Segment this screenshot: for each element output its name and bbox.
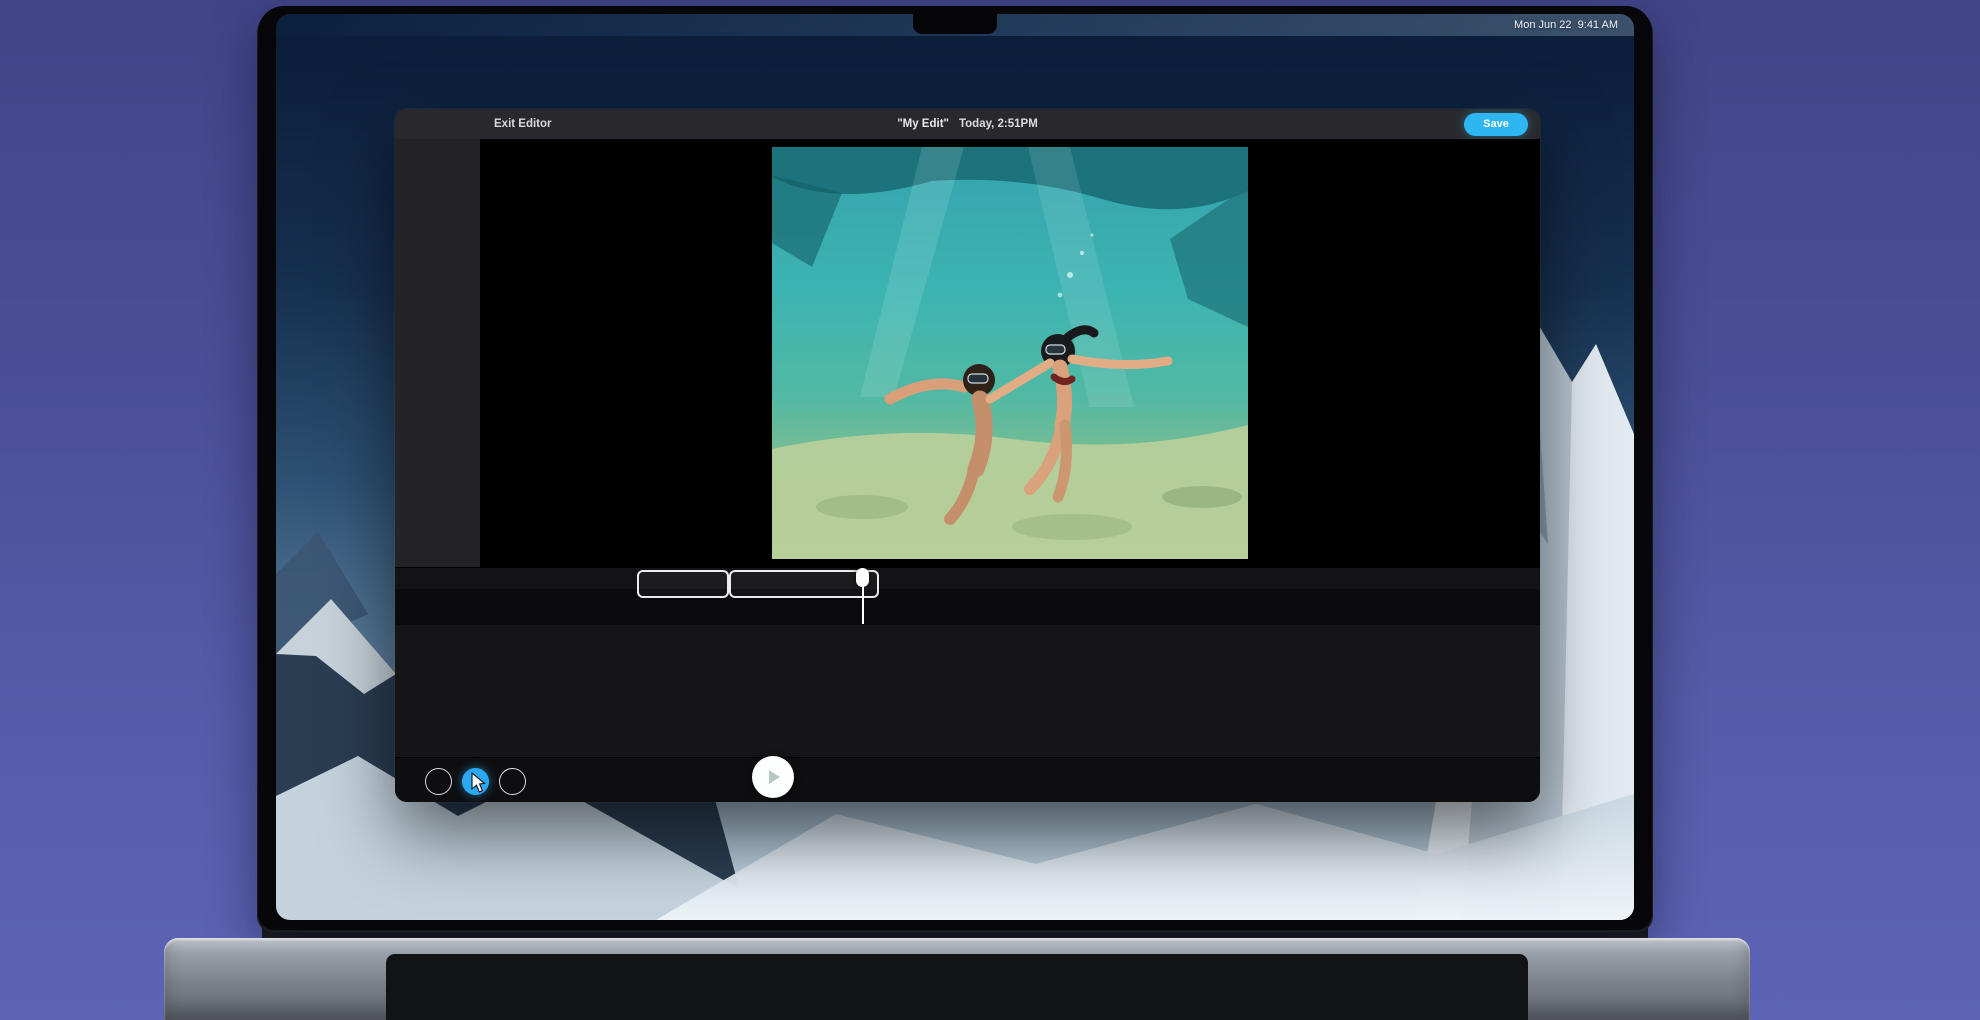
skip-forward-button[interactable] [499,768,526,795]
laptop-keyboard [386,954,1528,1020]
exit-editor-label: Exit Editor [494,118,552,130]
document-name: "My Edit" [897,118,949,130]
laptop-display: Mon Jun 22 9:41 AM Exit Editor [276,14,1634,920]
video-preview [772,147,1248,559]
playback-controls [425,768,563,795]
camera-notch [913,14,997,34]
editor-sidebar [395,139,480,567]
selected-segment-outline[interactable] [637,570,729,598]
close-window-button[interactable] [407,118,420,131]
save-button[interactable]: Save [1464,113,1528,136]
traffic-lights [407,118,462,131]
document-title: "My Edit" Today, 2:51PM [897,118,1038,130]
mouse-cursor [471,772,487,794]
preview-volume-button[interactable] [536,768,563,795]
document-timestamp: Today, 2:51PM [959,118,1038,130]
laptop-base [164,938,1750,1020]
exit-editor-button[interactable]: Exit Editor [488,118,552,130]
play-button[interactable] [752,756,794,798]
window-titlebar: Exit Editor "My Edit" Today, 2:51PM Save [395,109,1540,139]
zoom-window-button[interactable] [449,118,462,131]
timeline-ruler[interactable] [395,567,1540,589]
menu-bar-status: Mon Jun 22 9:41 AM [1499,19,1618,31]
menu-bar-clock[interactable]: Mon Jun 22 9:41 AM [1514,19,1618,31]
titlebar-actions: Save [1434,113,1528,136]
minimize-window-button[interactable] [428,118,441,131]
clip-browser [395,625,1540,757]
skip-back-button[interactable] [425,768,452,795]
video-editor-window: Exit Editor "My Edit" Today, 2:51PM Save [395,109,1540,802]
desktop-background: Mon Jun 22 9:41 AM Exit Editor [0,0,1980,1020]
preview-canvas [480,139,1540,567]
laptop-screen-bezel: Mon Jun 22 9:41 AM Exit Editor [258,6,1652,930]
timeline [395,567,1540,625]
bottom-toolbar [395,757,1540,802]
playhead[interactable] [856,568,869,587]
play-icon [769,770,780,784]
timeline-clip-strip[interactable] [395,589,1540,625]
